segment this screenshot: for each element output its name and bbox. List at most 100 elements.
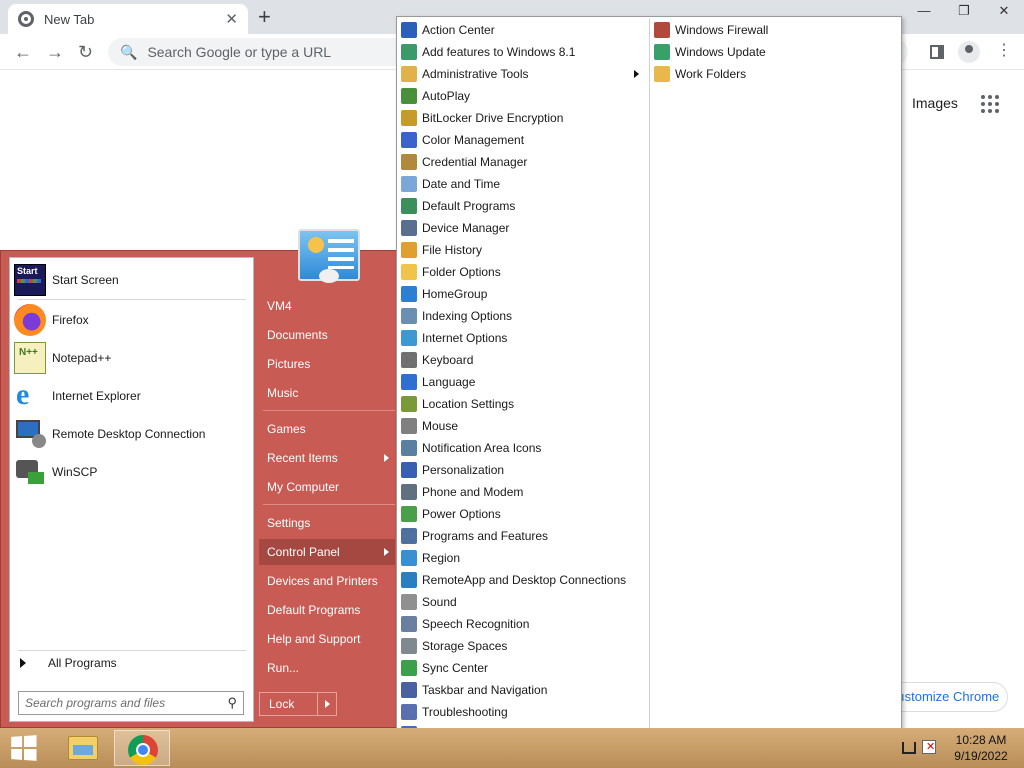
pinned-firefox[interactable]: Firefox bbox=[14, 302, 249, 338]
tab-close-icon[interactable]: ✕ bbox=[225, 10, 238, 28]
cp-item-label: Taskbar and Navigation bbox=[422, 683, 548, 697]
cp-item-location-settings[interactable]: Location Settings bbox=[397, 393, 649, 415]
file-explorer-icon bbox=[68, 736, 98, 760]
cp-item-internet-options[interactable]: Internet Options bbox=[397, 327, 649, 349]
cp-item-power-options[interactable]: Power Options bbox=[397, 503, 649, 525]
start-item-default-programs[interactable]: Default Programs bbox=[259, 597, 395, 623]
cp-item-administrative-tools[interactable]: Administrative Tools bbox=[397, 63, 649, 85]
cp-item-label: Action Center bbox=[422, 23, 495, 37]
clock-time: 10:28 AM bbox=[955, 733, 1007, 747]
forward-arrow-icon[interactable]: → bbox=[46, 42, 64, 62]
back-arrow-icon[interactable]: ← bbox=[14, 42, 32, 62]
cp-item-mouse[interactable]: Mouse bbox=[397, 415, 649, 437]
control-panel-column-2: Windows Firewall Windows Update Work Folde… bbox=[650, 19, 901, 85]
cp-item-language[interactable]: Language bbox=[397, 371, 649, 393]
google-apps-icon[interactable] bbox=[981, 95, 999, 113]
cp-item-taskbar-and-navigation[interactable]: Taskbar and Navigation bbox=[397, 679, 649, 701]
cp-item-sound[interactable]: Sound bbox=[397, 591, 649, 613]
minimize-button[interactable]: — bbox=[904, 0, 944, 24]
cp-item-region[interactable]: Region bbox=[397, 547, 649, 569]
start-item-help-and-support[interactable]: Help and Support bbox=[259, 626, 395, 652]
cp-item-bitlocker-drive-encryption[interactable]: BitLocker Drive Encryption bbox=[397, 107, 649, 129]
start-item-run[interactable]: Run... bbox=[259, 655, 395, 681]
cp-item-add-features-to-windows-8-1[interactable]: Add features to Windows 8.1 bbox=[397, 41, 649, 63]
mouse-icon bbox=[401, 418, 417, 434]
clock-date: 9/19/2022 bbox=[954, 749, 1008, 763]
pinned-start-screen[interactable]: Start Start Screen bbox=[14, 262, 249, 298]
cp-item-color-management[interactable]: Color Management bbox=[397, 129, 649, 151]
cp-item-device-manager[interactable]: Device Manager bbox=[397, 217, 649, 239]
cp-item-label: Storage Spaces bbox=[422, 639, 508, 653]
start-search-input[interactable]: Search programs and files ⚲ bbox=[18, 691, 244, 715]
new-tab-button[interactable]: + bbox=[258, 4, 271, 30]
cp-item-label: Keyboard bbox=[422, 353, 474, 367]
cp-item-windows-firewall[interactable]: Windows Firewall bbox=[650, 19, 901, 41]
administrative-tools-icon bbox=[401, 66, 417, 82]
cp-item-folder-options[interactable]: Folder Options bbox=[397, 261, 649, 283]
start-item-vm4[interactable]: VM4 bbox=[259, 293, 395, 319]
winscp-icon bbox=[14, 456, 46, 488]
internet-options-icon bbox=[401, 330, 417, 346]
cp-item-label: Notification Area Icons bbox=[422, 441, 542, 455]
start-item-documents[interactable]: Documents bbox=[259, 322, 395, 348]
chrome-menu-icon[interactable]: ⋮ bbox=[996, 42, 1012, 60]
start-item-control-panel[interactable]: Control Panel bbox=[259, 539, 395, 565]
chrome-icon bbox=[128, 735, 158, 765]
all-programs-button[interactable]: All Programs bbox=[20, 656, 117, 670]
cp-item-speech-recognition[interactable]: Speech Recognition bbox=[397, 613, 649, 635]
restore-button[interactable]: ❐ bbox=[944, 0, 984, 24]
cp-item-indexing-options[interactable]: Indexing Options bbox=[397, 305, 649, 327]
cp-item-label: Color Management bbox=[422, 133, 525, 147]
cp-item-label: Date and Time bbox=[422, 177, 501, 191]
pinned-internet-explorer[interactable]: e Internet Explorer bbox=[14, 378, 249, 414]
cp-item-homegroup[interactable]: HomeGroup bbox=[397, 283, 649, 305]
cp-item-autoplay[interactable]: AutoPlay bbox=[397, 85, 649, 107]
windows-start-button[interactable] bbox=[11, 735, 39, 761]
cp-item-label: Power Options bbox=[422, 507, 501, 521]
cp-item-personalization[interactable]: Personalization bbox=[397, 459, 649, 481]
tab-title: New Tab bbox=[44, 11, 95, 27]
cp-item-action-center[interactable]: Action Center bbox=[397, 19, 649, 41]
user-picture-icon[interactable] bbox=[298, 229, 360, 283]
cp-item-credential-manager[interactable]: Credential Manager bbox=[397, 151, 649, 173]
start-item-devices-and-printers[interactable]: Devices and Printers bbox=[259, 568, 395, 594]
start-item-pictures[interactable]: Pictures bbox=[259, 351, 395, 377]
cp-item-label: Sound bbox=[422, 595, 457, 609]
cp-item-troubleshooting[interactable]: Troubleshooting bbox=[397, 701, 649, 723]
location-settings-icon bbox=[401, 396, 417, 412]
cp-item-sync-center[interactable]: Sync Center bbox=[397, 657, 649, 679]
cp-item-work-folders[interactable]: Work Folders bbox=[650, 63, 901, 85]
cp-item-date-and-time[interactable]: Date and Time bbox=[397, 173, 649, 195]
start-item-recent-items[interactable]: Recent Items bbox=[259, 445, 395, 471]
cp-item-file-history[interactable]: File History bbox=[397, 239, 649, 261]
cp-item-label: HomeGroup bbox=[422, 287, 488, 301]
cp-item-windows-update[interactable]: Windows Update bbox=[650, 41, 901, 63]
tab-new-tab[interactable]: New Tab ✕ bbox=[8, 4, 248, 34]
pinned-winscp[interactable]: WinSCP bbox=[14, 454, 249, 490]
reload-icon[interactable]: ↻ bbox=[78, 42, 93, 62]
start-item-my-computer[interactable]: My Computer bbox=[259, 474, 395, 500]
cp-item-programs-and-features[interactable]: Programs and Features bbox=[397, 525, 649, 547]
start-item-music[interactable]: Music bbox=[259, 380, 395, 406]
side-panel-icon[interactable] bbox=[930, 45, 944, 59]
cp-item-storage-spaces[interactable]: Storage Spaces bbox=[397, 635, 649, 657]
taskbar-file-explorer[interactable] bbox=[54, 730, 110, 766]
taskbar-clock[interactable]: 10:28 AM 9/19/2022 bbox=[944, 732, 1018, 764]
lock-button[interactable]: Lock bbox=[259, 692, 337, 716]
cp-item-phone-and-modem[interactable]: Phone and Modem bbox=[397, 481, 649, 503]
pinned-remote-desktop[interactable]: Remote Desktop Connection bbox=[14, 416, 249, 452]
cp-item-keyboard[interactable]: Keyboard bbox=[397, 349, 649, 371]
images-link[interactable]: Images bbox=[912, 95, 958, 111]
start-item-settings[interactable]: Settings bbox=[259, 510, 395, 536]
cp-item-notification-area-icons[interactable]: Notification Area Icons bbox=[397, 437, 649, 459]
close-window-button[interactable]: ✕ bbox=[984, 0, 1024, 24]
profile-avatar-icon[interactable] bbox=[958, 41, 980, 63]
cp-item-default-programs[interactable]: Default Programs bbox=[397, 195, 649, 217]
network-icon[interactable] bbox=[902, 742, 916, 754]
action-center-flag-icon[interactable] bbox=[922, 740, 936, 754]
cp-item-remoteapp-and-desktop-connections[interactable]: RemoteApp and Desktop Connections bbox=[397, 569, 649, 591]
pinned-notepadpp[interactable]: N++ Notepad++ bbox=[14, 340, 249, 376]
taskbar-chrome[interactable] bbox=[114, 730, 170, 766]
lock-options-arrow-icon[interactable] bbox=[317, 693, 336, 715]
start-item-games[interactable]: Games bbox=[259, 416, 395, 442]
